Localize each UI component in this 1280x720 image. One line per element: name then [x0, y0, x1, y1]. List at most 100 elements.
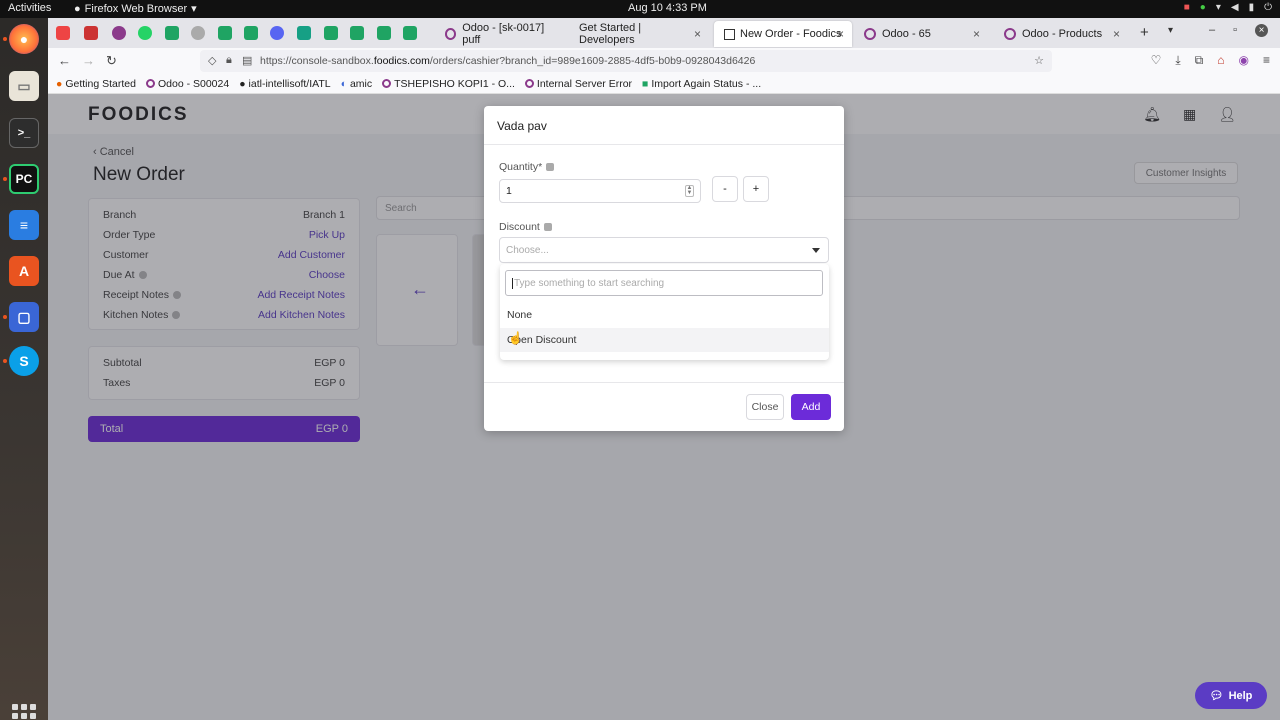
divider — [484, 144, 844, 145]
terminal-icon[interactable]: >_ — [9, 118, 39, 148]
new-tab-icon[interactable]: + — [1140, 24, 1149, 41]
pinned-tab-icon[interactable] — [112, 26, 126, 40]
menu-icon[interactable]: ≡ — [1263, 53, 1270, 68]
bookmark-label: Import Again Status - ... — [651, 77, 762, 90]
add-button[interactable]: Add — [791, 394, 831, 420]
decrement-button[interactable]: - — [712, 176, 738, 202]
odoo-icon — [864, 28, 876, 40]
bookmark-odoo[interactable]: Odoo - S00024 — [145, 77, 230, 90]
close-tab-icon[interactable]: × — [837, 27, 844, 41]
tab-odoo-products[interactable]: Odoo - Products × — [994, 21, 1128, 47]
show-apps-icon[interactable] — [12, 704, 36, 720]
maximize-icon[interactable]: ▫ — [1233, 24, 1237, 37]
writer-icon[interactable]: ≡ — [9, 210, 39, 240]
bookmark-label: iatl-intellisoft/IATL — [248, 77, 331, 90]
close-tab-icon[interactable]: × — [1113, 27, 1120, 41]
lock-icon[interactable]: 🔒︎ — [226, 54, 232, 67]
info-icon[interactable] — [546, 163, 555, 172]
running-indicator — [3, 177, 7, 181]
dropdown-search-input[interactable]: Type something to start searching — [505, 270, 823, 296]
search-placeholder: Type something to start searching — [514, 278, 665, 290]
sheets-tab-icon[interactable] — [377, 26, 391, 40]
label-text: Discount — [499, 221, 540, 233]
discount-select[interactable]: Choose... — [499, 237, 829, 263]
minimize-icon[interactable]: – — [1209, 24, 1215, 37]
pinned-tab-icon[interactable] — [84, 26, 98, 40]
url-path: /orders/cashier?branch_id=989e1609-2885-… — [429, 55, 756, 67]
extensions-icon[interactable]: ⧉ — [1195, 53, 1204, 68]
sheets-tab-icon[interactable] — [165, 26, 179, 40]
software-center-icon[interactable]: A — [9, 256, 39, 286]
odoo-icon — [145, 79, 155, 88]
close-button[interactable]: Close — [746, 394, 784, 420]
pinned-tab-icon[interactable] — [56, 26, 70, 40]
option-open-discount[interactable]: Open Discount — [500, 328, 829, 352]
divider — [484, 382, 844, 383]
github-tab-icon[interactable] — [191, 26, 205, 40]
screenshot-icon[interactable]: ▢ — [9, 302, 39, 332]
downloads-icon[interactable]: ⤓ — [1175, 53, 1180, 68]
activities-button[interactable]: Activities — [8, 2, 51, 14]
clock[interactable]: Aug 10 4:33 PM — [628, 2, 707, 14]
profile-icon[interactable]: ◉ — [1239, 53, 1249, 68]
firefox-launcher-icon[interactable]: ● — [9, 24, 39, 54]
sheets-tab-icon[interactable] — [244, 26, 258, 40]
tab-label: New Order - Foodics — [740, 28, 842, 40]
discord-tab-icon[interactable] — [270, 26, 284, 40]
bookmark-amic[interactable]: ◐ amic — [341, 78, 373, 90]
discount-dropdown: Type something to start searching None O… — [500, 264, 829, 360]
text-cursor — [512, 278, 513, 289]
spinner-icon[interactable]: ▲ ▼ — [685, 185, 694, 197]
tab-new-order[interactable]: New Order - Foodics × — [714, 21, 852, 47]
sheets-tab-icon[interactable] — [403, 26, 417, 40]
files-icon[interactable]: ▭ — [9, 71, 39, 101]
whatsapp-tab-icon[interactable] — [138, 26, 152, 40]
increment-button[interactable]: + — [743, 176, 769, 202]
bookmarks-bar: ● Getting Started Odoo - S00024 ● iatl-int… — [48, 74, 1280, 94]
pycharm-icon[interactable]: PC — [9, 164, 39, 194]
bookmark-import-status[interactable]: ■ Import Again Status - ... — [642, 78, 761, 90]
pinned-tab-icon[interactable] — [297, 26, 311, 40]
sheets-tab-icon[interactable] — [218, 26, 232, 40]
bookmark-star-icon[interactable]: ☆ — [1034, 54, 1044, 67]
close-tab-icon[interactable]: × — [973, 27, 980, 41]
tab-odoo-65[interactable]: Odoo - 65 × — [854, 21, 988, 47]
bookmark-getting-started[interactable]: ● Getting Started — [56, 78, 136, 90]
sheets-tab-icon[interactable] — [350, 26, 364, 40]
tab-get-started[interactable]: Get Started | Developers × — [569, 21, 709, 47]
help-button[interactable]: 💬︎ Help — [1195, 682, 1267, 709]
bookmark-server-error[interactable]: Internal Server Error — [524, 78, 632, 90]
sheets-tab-icon[interactable] — [324, 26, 338, 40]
close-tab-icon[interactable]: × — [694, 27, 701, 41]
extension-icon[interactable]: ⌂ — [1217, 53, 1224, 68]
camera-icon: ■ — [1183, 2, 1190, 13]
forward-icon[interactable]: → — [82, 53, 95, 68]
back-icon[interactable]: ← — [58, 53, 71, 68]
bookmark-tshepisho[interactable]: TSHEPISHO KOPI1 - O... — [382, 78, 515, 90]
skype-icon[interactable]: S — [9, 346, 39, 376]
tab-label: Odoo - [sk-0017] puff — [462, 22, 545, 46]
reload-icon[interactable]: ↻ — [106, 53, 117, 69]
option-none[interactable]: None — [500, 303, 829, 327]
bookmark-github[interactable]: ● iatl-intellisoft/IATL — [239, 78, 330, 90]
bookmark-label: Odoo - S00024 — [157, 77, 230, 90]
url-bar[interactable]: ◇ 🔒︎ ▤ https://console-sandbox. foodics.c… — [200, 50, 1052, 72]
info-icon[interactable] — [543, 223, 552, 232]
hand-pointer-icon: ☝ — [508, 331, 523, 345]
tab-odoo-puff[interactable]: Odoo - [sk-0017] puff — [435, 21, 565, 47]
close-window-icon[interactable]: × — [1255, 24, 1268, 37]
bookmark-label: amic — [349, 77, 373, 90]
permissions-icon[interactable]: ▤ — [242, 54, 252, 67]
bookmark-label: Getting Started — [65, 77, 136, 90]
app-menu[interactable]: ● Firefox Web Browser ▾ — [74, 2, 197, 16]
shield-icon[interactable]: ◇ — [208, 54, 216, 67]
github-icon: ● — [239, 77, 246, 90]
pocket-icon[interactable]: ♡ — [1151, 53, 1162, 68]
tab-label: Odoo - 65 — [882, 28, 931, 40]
list-tabs-icon[interactable]: ▾ — [1168, 25, 1173, 36]
odoo-icon — [445, 28, 457, 40]
quantity-input[interactable]: 1 ▲ ▼ — [499, 179, 701, 203]
dock: ● ▭ >_ PC ≡ A ▢ S — [0, 18, 48, 720]
system-tray[interactable]: ■ ● ▾ ◀ ▮ ⏻ — [1184, 2, 1272, 13]
modal-title: Vada pav — [497, 119, 547, 133]
